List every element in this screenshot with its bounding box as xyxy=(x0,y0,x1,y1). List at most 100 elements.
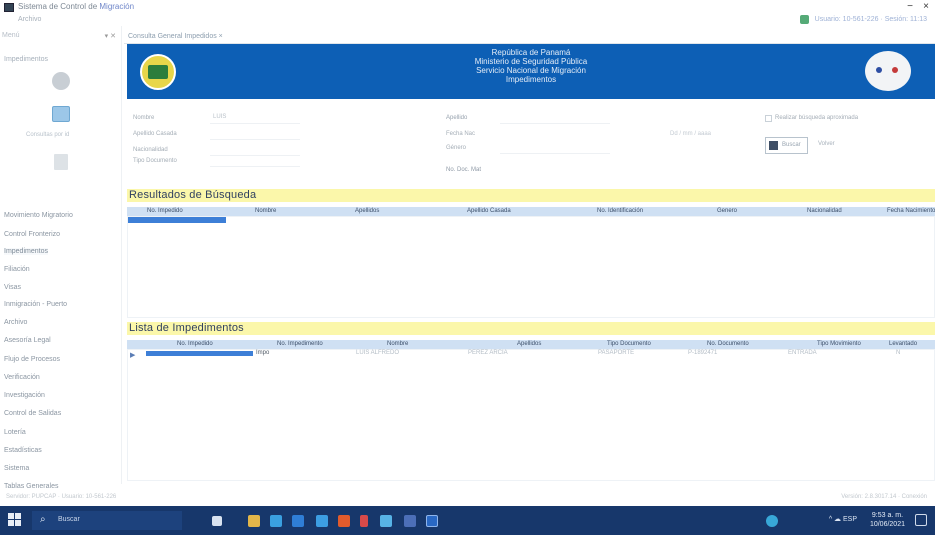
banner-line-ministry: Ministerio de Seguridad Pública xyxy=(474,57,588,66)
status-left: Servidor: PUPCAP · Usuario: 10-561-226 xyxy=(6,494,117,500)
app-icon-blue[interactable] xyxy=(316,515,328,527)
document-icon[interactable] xyxy=(54,154,68,170)
genero-select[interactable] xyxy=(500,153,610,154)
app-icon-red[interactable] xyxy=(360,515,368,527)
app-icon xyxy=(4,3,14,12)
app-icon-grid[interactable] xyxy=(404,515,416,527)
apellido-input[interactable] xyxy=(500,123,610,124)
column-header[interactable]: No. Impedimento xyxy=(277,341,323,347)
buscar-button-label: Buscar xyxy=(782,142,801,148)
sidebar-item-10[interactable]: Investigación xyxy=(4,392,45,399)
title-bar: Sistema de Control de Migración − × xyxy=(0,0,935,14)
sidebar-pin-icon[interactable]: ▾ ✕ xyxy=(105,32,116,40)
busqueda-aproximada-checkbox[interactable] xyxy=(765,115,772,122)
column-header[interactable]: Nombre xyxy=(255,208,276,214)
nacionalidad-select[interactable] xyxy=(210,155,300,156)
nombre-input[interactable]: LUIS xyxy=(213,114,226,120)
system-tray[interactable]: ^ ☁ ESP xyxy=(829,515,857,523)
cell-nombre: LUIS ALFREDO xyxy=(356,350,400,356)
sidebar-item-6[interactable]: Archivo xyxy=(4,319,27,326)
edge-browser-icon[interactable] xyxy=(270,515,282,527)
genero-label: Género xyxy=(446,145,467,151)
column-header[interactable]: Apellidos xyxy=(355,208,379,214)
column-header[interactable]: No. Documento xyxy=(707,341,749,347)
sidebar-item-4[interactable]: Visas xyxy=(4,284,21,291)
tipo-documento-label: Tipo Documento xyxy=(133,158,177,164)
menu-archivo[interactable]: Archivo xyxy=(18,16,41,23)
resultados-selected-cell[interactable] xyxy=(128,217,226,223)
taskbar-search-placeholder: Buscar xyxy=(58,516,80,523)
impedido-selected-cell[interactable] xyxy=(146,351,253,356)
sidebar-item-13[interactable]: Estadísticas xyxy=(4,447,42,454)
column-header[interactable]: Tipo Movimiento xyxy=(817,341,861,347)
task-view-icon[interactable] xyxy=(212,516,222,526)
banner-line-republic: República de Panamá xyxy=(491,48,571,57)
table-row[interactable]: Impo LUIS ALFREDO PEREZ ARCIA PASAPORTE … xyxy=(128,350,935,360)
globe-icon[interactable] xyxy=(52,72,70,90)
impedimentos-header: Lista de Impedimentos xyxy=(127,322,935,335)
network-tray-icon[interactable] xyxy=(766,515,778,527)
sidebar-item-15[interactable]: Tablas Generales xyxy=(4,483,58,490)
fecha-nac-label: Fecha Nac xyxy=(446,131,476,137)
column-header[interactable]: Apellido Casada xyxy=(467,208,511,214)
column-header[interactable]: Levantado xyxy=(889,341,917,347)
taskbar: ⌕ Buscar ^ ☁ ESP 9:53 a. m. 10/06/2021 xyxy=(0,506,935,535)
column-header[interactable]: No. Impedido xyxy=(147,208,183,214)
nacionalidad-label: Nacionalidad xyxy=(133,147,168,153)
column-header[interactable]: Nombre xyxy=(387,341,408,347)
clock-date: 10/06/2021 xyxy=(869,521,905,528)
column-header[interactable]: Genero xyxy=(717,208,737,214)
busqueda-aproximada-label: Realizar búsqueda aproximada xyxy=(775,115,859,121)
limpiar-button[interactable]: Volver xyxy=(818,141,835,147)
tab-consulta-impedidos[interactable]: Consulta General Impedidos × xyxy=(128,33,223,40)
notification-icon[interactable] xyxy=(915,514,927,526)
apellido-casada-label: Apellido Casada xyxy=(133,131,177,137)
column-header[interactable]: Nacionalidad xyxy=(807,208,842,214)
store-icon[interactable] xyxy=(292,515,304,527)
sidebar-item-7[interactable]: Asesoría Legal xyxy=(4,337,51,344)
sidebar-item-5[interactable]: Inmigración - Puerto xyxy=(4,301,67,308)
sidebar-item-9[interactable]: Verificación xyxy=(4,374,40,381)
sidebar-item-11[interactable]: Control de Salidas xyxy=(4,410,61,417)
minimize-button[interactable]: − xyxy=(907,1,913,12)
tab-strip: Consulta General Impedidos × xyxy=(124,32,935,44)
search-icon: ⌕ xyxy=(40,514,46,525)
nombre-label: Nombre xyxy=(133,115,155,121)
windows-start-icon[interactable] xyxy=(8,513,22,527)
sidebar-item-12[interactable]: Lotería xyxy=(4,429,26,436)
taskbar-clock[interactable]: 9:53 a. m. 10/06/2021 xyxy=(870,511,905,529)
buscar-button[interactable]: Buscar xyxy=(765,137,808,154)
sidebar-header: Menú ▾ ✕ xyxy=(2,32,118,42)
migration-app-icon[interactable] xyxy=(426,515,438,527)
sidebar-item-0[interactable]: Movimiento Migratorio xyxy=(4,212,73,219)
sidebar-item-14[interactable]: Sistema xyxy=(4,465,29,472)
sidebar-item-1[interactable]: Control Fronterizo xyxy=(4,231,60,238)
column-header[interactable]: Apellidos xyxy=(517,341,541,347)
column-header[interactable]: Tipo Documento xyxy=(607,341,651,347)
app-window: Sistema de Control de Migración − × Arch… xyxy=(0,0,935,535)
sidebar-item-2[interactable]: Impedimentos xyxy=(4,248,48,255)
monitor-icon[interactable] xyxy=(52,106,70,122)
window-title-prefix: Sistema de Control de xyxy=(18,2,100,11)
apellido-casada-input[interactable] xyxy=(210,139,300,140)
column-header[interactable]: No. Impedido xyxy=(177,341,213,347)
sidebar-item-8[interactable]: Flujo de Procesos xyxy=(4,356,60,363)
tipo-documento-select[interactable] xyxy=(210,166,300,167)
monitor-label[interactable]: Consultas por id xyxy=(26,132,69,138)
date-format-hint[interactable]: Dd / mm / aaaa xyxy=(670,131,711,137)
resultados-table-body[interactable] xyxy=(127,216,935,318)
impedimentos-table-body[interactable]: ▶ Impo LUIS ALFREDO PEREZ ARCIA PASAPORT… xyxy=(127,349,935,481)
taskbar-search-box[interactable]: ⌕ Buscar xyxy=(32,511,182,530)
cell-levantado: N xyxy=(896,350,901,356)
no-doc-label: No. Doc. Mat xyxy=(446,167,482,173)
firefox-icon[interactable] xyxy=(338,515,350,527)
column-header[interactable]: No. Identificación xyxy=(597,208,643,214)
file-explorer-icon[interactable] xyxy=(248,515,260,527)
app-icon-light-blue[interactable] xyxy=(380,515,392,527)
resultados-table-header: No. Impedido Nombre Apellidos Apellido Casa… xyxy=(127,207,935,216)
close-button[interactable]: × xyxy=(923,1,929,12)
sidebar-item-3[interactable]: Filiación xyxy=(4,266,30,273)
impedimentos-table-header: No. Impedido No. Impedimento Nombre Apellid… xyxy=(127,340,935,349)
column-header[interactable]: Fecha Nacimiento xyxy=(887,208,935,214)
session-user-info: Usuario: 10-561-226 · Sesión: 11:13 xyxy=(814,16,927,23)
